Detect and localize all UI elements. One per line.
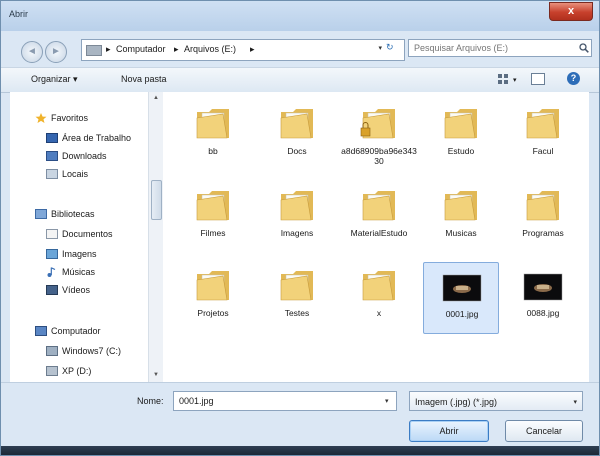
file-name: 0088.jpg <box>526 308 560 318</box>
address-bar[interactable]: ▸ Computador ▸ Arquivos (E:) ▸ ▾ ↻ <box>81 39 405 61</box>
organize-button[interactable]: Organizar ▾ <box>31 74 78 85</box>
computer-icon <box>86 45 102 56</box>
folder-icon <box>444 109 477 139</box>
folder-icon <box>196 109 229 139</box>
search-input[interactable] <box>408 39 592 57</box>
folder-icon <box>280 109 313 139</box>
title-bar[interactable]: Abrir x <box>1 1 599 31</box>
libraries-icon <box>35 209 47 219</box>
sidebar-scrollbar[interactable]: ▲ ▼ <box>148 92 163 382</box>
folder-item[interactable]: Projetos <box>175 262 251 334</box>
filename-dropdown-icon[interactable]: ▾ <box>385 397 389 405</box>
file-name: a8d68909ba96e34330 <box>341 146 417 166</box>
file-name: x <box>376 308 382 318</box>
folder-item[interactable]: Programas <box>505 182 581 254</box>
desktop-icon <box>46 133 58 143</box>
file-list: bb Docs a8d68909ba96e34330 Estudo Facul Filme… <box>163 92 589 382</box>
file-item[interactable]: 0088.jpg <box>505 262 581 334</box>
folder-item[interactable]: Docs <box>259 100 335 172</box>
file-type-value: Imagem (.jpg) (*.jpg) <box>415 397 498 407</box>
image-thumbnail-icon <box>442 274 482 302</box>
dialog-footer: Nome: ▾ Imagem (.jpg) (*.jpg) ▾ Abrir Ca… <box>1 382 599 455</box>
file-item[interactable]: 0001.jpg <box>423 262 499 334</box>
locked-folder-icon <box>360 109 395 139</box>
file-name: Testes <box>284 308 310 318</box>
file-name: Programas <box>522 228 564 238</box>
back-button[interactable]: ◄ <box>21 41 43 63</box>
drive-icon <box>46 346 58 356</box>
folder-icon <box>362 271 395 301</box>
recent-places-icon <box>46 169 58 179</box>
file-name: Estudo <box>447 146 475 156</box>
command-bar: Organizar ▾ Nova pasta ▾ ? <box>1 67 599 93</box>
folder-item[interactable]: Filmes <box>175 182 251 254</box>
views-dropdown-icon[interactable]: ▾ <box>513 76 517 84</box>
address-dropdown-icon[interactable]: ▾ <box>378 44 382 52</box>
navigation-pane: Favoritos Área de Trabalho Downloads Loc… <box>10 92 149 382</box>
music-icon <box>47 267 56 277</box>
file-name: bb <box>208 146 218 156</box>
file-name: Facul <box>532 146 554 156</box>
file-name: MaterialEstudo <box>350 228 408 238</box>
help-icon[interactable]: ? <box>567 72 580 85</box>
folder-icon <box>196 191 229 221</box>
pictures-icon <box>46 249 58 259</box>
scrollbar-thumb[interactable] <box>151 180 162 220</box>
downloads-icon <box>46 151 58 161</box>
folder-item[interactable]: x <box>341 262 417 334</box>
file-name: Musicas <box>445 228 477 238</box>
breadcrumb-computer[interactable]: Computador <box>116 44 166 54</box>
open-button[interactable]: Abrir <box>409 420 489 442</box>
videos-icon <box>46 285 58 295</box>
scroll-down-icon[interactable]: ▼ <box>153 372 159 378</box>
folder-icon <box>280 191 313 221</box>
folder-icon <box>196 271 229 301</box>
drive-icon <box>46 366 58 376</box>
address-separator[interactable]: ▸ <box>174 44 179 55</box>
file-name: Projetos <box>197 308 229 318</box>
forward-button[interactable]: ► <box>45 41 67 63</box>
folder-item[interactable]: Facul <box>505 100 581 172</box>
address-separator[interactable]: ▸ <box>106 44 111 55</box>
cancel-button[interactable]: Cancelar <box>505 420 583 442</box>
star-icon <box>35 113 47 123</box>
folder-item[interactable]: Musicas <box>423 182 499 254</box>
new-folder-button[interactable]: Nova pasta <box>121 74 167 84</box>
folder-icon <box>526 109 559 139</box>
file-name: Filmes <box>200 228 226 238</box>
documents-icon <box>46 229 58 239</box>
close-button[interactable]: x <box>549 2 593 21</box>
folder-icon <box>280 271 313 301</box>
views-icon[interactable] <box>497 73 511 85</box>
folder-icon <box>526 191 559 221</box>
preview-pane-icon[interactable] <box>531 73 545 85</box>
filename-input[interactable] <box>173 391 397 411</box>
folder-item[interactable]: a8d68909ba96e34330 <box>341 100 417 172</box>
file-name: Docs <box>287 146 307 156</box>
folder-item[interactable]: Imagens <box>259 182 335 254</box>
window-title: Abrir <box>9 9 29 19</box>
address-separator[interactable]: ▸ <box>250 44 255 55</box>
search-icon[interactable] <box>579 43 589 53</box>
image-thumbnail-icon <box>523 273 563 301</box>
folder-icon <box>362 191 395 221</box>
file-name: 0001.jpg <box>445 309 479 319</box>
folder-item[interactable]: Testes <box>259 262 335 334</box>
scroll-up-icon[interactable]: ▲ <box>153 95 159 101</box>
chevron-down-icon: ▾ <box>573 399 577 406</box>
folder-item[interactable]: bb <box>175 100 251 172</box>
file-name: Imagens <box>280 228 314 238</box>
refresh-icon[interactable]: ↻ <box>386 42 400 56</box>
computer-icon <box>35 326 47 336</box>
filename-label: Nome: <box>137 396 164 406</box>
open-file-dialog: Abrir x ◄ ► ▸ Computador ▸ Arquivos (E:)… <box>0 0 600 456</box>
breadcrumb-drive[interactable]: Arquivos (E:) <box>184 44 236 54</box>
folder-item[interactable]: Estudo <box>423 100 499 172</box>
file-type-select[interactable]: Imagem (.jpg) (*.jpg) ▾ <box>409 391 583 411</box>
folder-icon <box>444 191 477 221</box>
taskbar-strip <box>1 446 599 455</box>
folder-item[interactable]: MaterialEstudo <box>341 182 417 254</box>
